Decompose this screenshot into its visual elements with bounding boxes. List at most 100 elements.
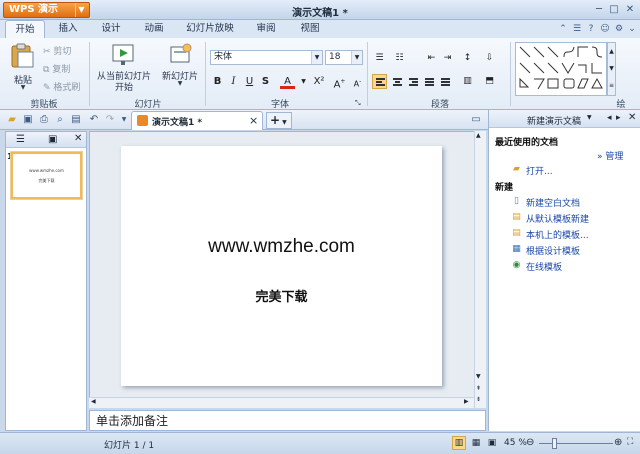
- chevron-down-icon[interactable]: ⌄: [626, 23, 638, 35]
- scroll-left-icon[interactable]: ◀: [91, 398, 96, 405]
- grow-font-button[interactable]: A+: [332, 74, 347, 90]
- zoom-slider[interactable]: [539, 443, 613, 444]
- print-preview-icon[interactable]: ⌕: [54, 114, 66, 126]
- gallery-scroll[interactable]: ▲ ▼ ≡: [607, 42, 616, 96]
- font-size-select[interactable]: 18 ▼: [325, 50, 363, 65]
- shapes-gallery[interactable]: [515, 42, 607, 96]
- chevron-down-icon[interactable]: ▼: [296, 74, 311, 89]
- open-folder-icon[interactable]: ▰: [6, 114, 18, 126]
- tab-home[interactable]: 开始: [5, 20, 45, 38]
- task-pane-title[interactable]: 新建演示文稿: [527, 114, 581, 127]
- text-direction-icon[interactable]: ⇩: [482, 51, 497, 66]
- zoom-out-icon[interactable]: ⊖: [526, 437, 534, 448]
- tab-review[interactable]: 审阅: [246, 20, 286, 38]
- close-tab-icon[interactable]: ×: [249, 114, 258, 127]
- local-templates-link[interactable]: 本机上的模板...: [526, 228, 589, 241]
- tab-insert[interactable]: 插入: [48, 20, 88, 38]
- redo-icon[interactable]: ↷: [104, 114, 116, 126]
- minimize-icon[interactable]: ─: [591, 3, 607, 16]
- cut-button[interactable]: ✂ 剪切: [43, 44, 71, 57]
- normal-view-icon[interactable]: ▥: [452, 436, 466, 450]
- new-tab-button[interactable]: + ▼: [266, 112, 292, 129]
- bold-button[interactable]: B: [210, 74, 225, 89]
- from-default-template-link[interactable]: 从默认模板新建: [526, 212, 589, 225]
- scroll-right-icon[interactable]: ▶: [464, 398, 469, 405]
- zoom-in-icon[interactable]: ⊕: [614, 437, 622, 448]
- vertical-scrollbar[interactable]: ▲ ▼ ⇞ ⇟: [474, 131, 486, 408]
- font-name-select[interactable]: 宋体 ▼: [210, 50, 323, 65]
- slide-canvas[interactable]: www.wmzhe.com 完美下载: [121, 146, 442, 386]
- print-icon[interactable]: ⎙: [38, 114, 50, 126]
- chevron-down-icon[interactable]: ▼: [587, 114, 592, 121]
- distribute-button[interactable]: [437, 74, 452, 89]
- indent-increase-icon[interactable]: ⇥: [440, 51, 455, 66]
- new-blank-link[interactable]: 新建空白文档: [526, 196, 580, 209]
- export-pdf-icon[interactable]: ▤: [70, 114, 82, 126]
- align-center-button[interactable]: [389, 74, 404, 89]
- shapes-icon: [519, 46, 603, 90]
- next-slide-icon[interactable]: ⇟: [476, 396, 481, 403]
- align-right-button[interactable]: [405, 74, 420, 89]
- font-color-button[interactable]: A: [280, 74, 295, 89]
- user-icon[interactable]: ☺: [599, 23, 611, 35]
- dialog-launcher-icon[interactable]: ⤡: [355, 99, 361, 108]
- superscript-button[interactable]: X²: [310, 74, 328, 89]
- numbering-icon[interactable]: ☷: [392, 51, 407, 66]
- group-separator: [510, 42, 511, 106]
- close-icon[interactable]: ✕: [628, 112, 636, 123]
- slide-subtitle[interactable]: 完美下载: [121, 286, 442, 305]
- format-painter-button[interactable]: ✎ 格式刷: [43, 80, 80, 93]
- recent-documents-heading: 最近使用的文档: [495, 138, 559, 148]
- forward-icon[interactable]: ▸: [616, 113, 621, 123]
- tab-animation[interactable]: 动画: [134, 20, 174, 38]
- line-spacing-icon[interactable]: ↕: [460, 51, 475, 66]
- align-left-button[interactable]: [372, 74, 387, 89]
- undo-icon[interactable]: ↶: [88, 114, 100, 126]
- justify-button[interactable]: [421, 74, 436, 89]
- open-link[interactable]: 打开...: [526, 164, 553, 177]
- back-icon[interactable]: ◂: [607, 113, 612, 123]
- paste-button[interactable]: 粘贴 ▼: [8, 43, 38, 91]
- columns-icon[interactable]: ▥: [460, 74, 475, 89]
- scroll-down-icon[interactable]: ▼: [476, 373, 481, 380]
- settings-icon[interactable]: ⚙: [613, 23, 625, 35]
- skin-icon[interactable]: ☰: [571, 23, 583, 35]
- close-panel-icon[interactable]: ✕: [74, 133, 82, 144]
- sorter-view-icon[interactable]: ▦: [469, 436, 483, 450]
- task-pane-toggle-icon[interactable]: ▭: [470, 114, 482, 126]
- close-icon[interactable]: ✕: [622, 3, 638, 16]
- fit-window-icon[interactable]: ⛶: [627, 437, 633, 447]
- maximize-icon[interactable]: □: [606, 3, 622, 16]
- horizontal-scrollbar[interactable]: ◀ ▶: [89, 397, 474, 408]
- outline-view-icon[interactable]: ☰: [16, 134, 25, 145]
- copy-button[interactable]: ⧉ 复制: [43, 62, 70, 75]
- save-icon[interactable]: ▣: [22, 114, 34, 126]
- prev-slide-icon[interactable]: ⇞: [476, 385, 481, 392]
- indent-decrease-icon[interactable]: ⇤: [424, 51, 439, 66]
- manage-link[interactable]: » 管理: [597, 149, 623, 162]
- slide-thumbnail[interactable]: www.wmzhe.com 完美下载: [11, 152, 82, 199]
- arrow-up-icon[interactable]: ⌃: [557, 23, 569, 35]
- design-template-link[interactable]: 根据设计模板: [526, 244, 580, 257]
- help-icon[interactable]: ?: [585, 23, 597, 35]
- online-templates-link[interactable]: 在线模板: [526, 260, 562, 273]
- italic-button[interactable]: I: [226, 74, 241, 89]
- shadow-button[interactable]: S: [258, 74, 273, 89]
- chevron-down-icon[interactable]: ▼: [118, 114, 130, 126]
- play-from-current-button[interactable]: 从当前幻灯片 开始: [94, 43, 154, 93]
- slide-title[interactable]: www.wmzhe.com: [121, 236, 442, 258]
- scroll-up-icon[interactable]: ▲: [476, 132, 481, 139]
- zoom-slider-thumb[interactable]: [552, 438, 557, 449]
- slides-view-icon[interactable]: ▣: [48, 134, 57, 145]
- slideshow-view-icon[interactable]: ▣: [485, 436, 499, 450]
- tab-slideshow[interactable]: 幻灯片放映: [178, 20, 242, 38]
- text-align-icon[interactable]: ⬒: [482, 74, 497, 89]
- bullets-icon[interactable]: ☰: [372, 51, 387, 66]
- tab-design[interactable]: 设计: [91, 20, 131, 38]
- notes-pane[interactable]: 单击添加备注: [89, 410, 486, 431]
- shrink-font-button[interactable]: A-: [350, 74, 365, 89]
- underline-button[interactable]: U: [242, 74, 257, 89]
- document-tab[interactable]: 演示文稿1 * ×: [131, 111, 263, 130]
- new-slide-button[interactable]: 新幻灯片 ▼: [160, 43, 200, 93]
- tab-view[interactable]: 视图: [290, 20, 330, 38]
